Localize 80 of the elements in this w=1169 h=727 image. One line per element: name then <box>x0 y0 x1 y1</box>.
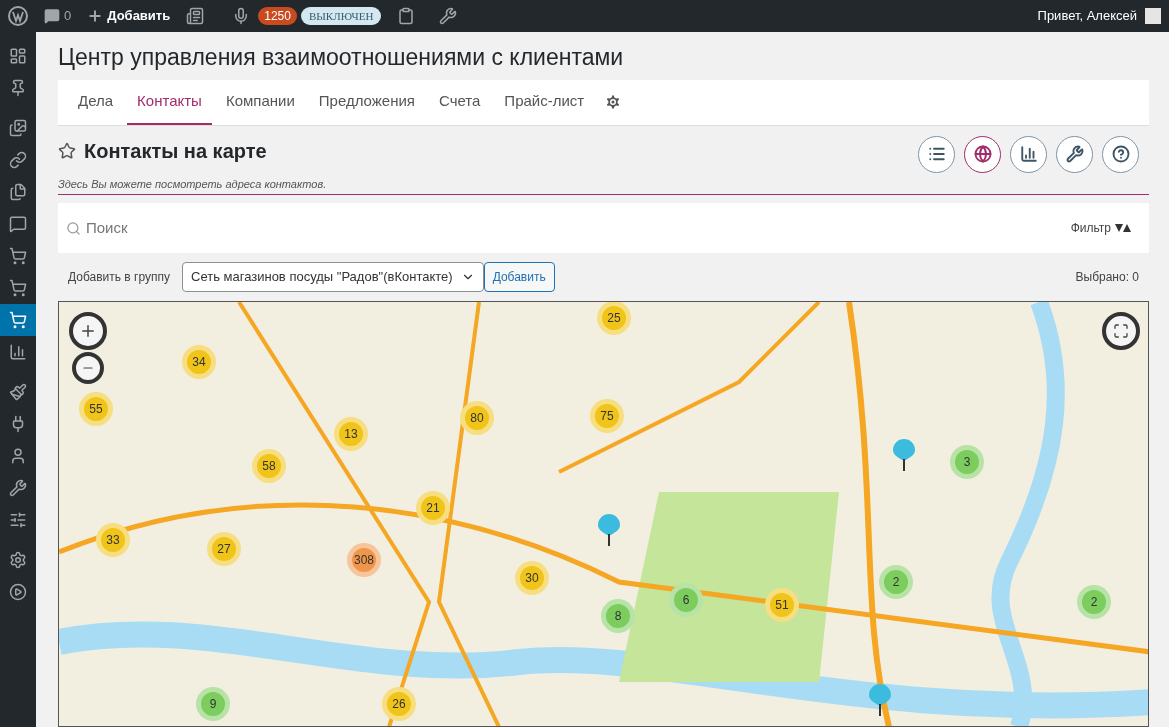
tab[interactable]: Прайс-лист <box>494 79 595 125</box>
cluster-marker[interactable]: 2 <box>879 565 913 599</box>
view-button[interactable] <box>918 135 955 173</box>
cluster-marker[interactable]: 55 <box>79 392 113 426</box>
location-pin-icon[interactable] <box>893 439 915 471</box>
play-icon <box>9 583 27 601</box>
sidebar-item[interactable] <box>0 304 36 336</box>
page-title: Центр управления взаимоотношениями с клиентами <box>58 43 625 72</box>
add-new-button[interactable]: Добавить <box>87 6 171 26</box>
map[interactable]: 34 55 13 80 25 75 58 21 33 27 308 30 8 6 51 2 3 2 9 26 <box>58 301 1149 727</box>
cart-icon <box>9 311 27 329</box>
user-greeting[interactable]: Привет, Алексей <box>1037 6 1137 26</box>
globe-icon <box>973 145 992 163</box>
section-title: Контакты на карте <box>84 138 267 164</box>
filter-button[interactable]: Фильтр <box>1070 203 1149 253</box>
brush-icon <box>9 383 27 401</box>
images-icon <box>9 119 27 137</box>
plus-icon <box>79 322 97 340</box>
tab[interactable]: Предложения <box>308 79 425 125</box>
comments-button[interactable]: 0 <box>44 6 72 26</box>
section-subtitle: Здесь Вы можете посмотреть адреса контактов. <box>58 176 328 192</box>
cluster-marker[interactable]: 8 <box>601 599 635 633</box>
tab[interactable]: Контакты <box>127 79 212 125</box>
tab[interactable]: Счета <box>428 79 491 125</box>
fullscreen-button[interactable] <box>1102 312 1140 350</box>
zoom-out-button[interactable] <box>72 352 104 384</box>
wrench-icon <box>9 479 27 497</box>
cluster-marker[interactable]: 30 <box>515 561 549 595</box>
fullscreen-icon <box>1113 323 1129 339</box>
list-icon <box>927 145 946 163</box>
cluster-marker[interactable]: 2 <box>1077 585 1111 619</box>
cluster-marker[interactable]: 75 <box>590 399 624 433</box>
gear-icon <box>9 551 27 569</box>
cluster-marker[interactable]: 26 <box>382 687 416 721</box>
pin-icon <box>9 79 27 97</box>
dashboard-icon <box>9 47 27 65</box>
clipboard-icon[interactable] <box>397 7 416 25</box>
cluster-marker[interactable]: 33 <box>96 523 130 557</box>
bar-chart-icon <box>1019 145 1038 163</box>
zoom-in-button[interactable] <box>69 312 107 350</box>
count-badge: 1250 <box>258 7 297 25</box>
star-icon[interactable] <box>58 141 76 160</box>
status-pill: ВЫКЛЮЧЕН <box>300 7 382 25</box>
wrench-icon <box>1065 145 1084 163</box>
link-icon <box>9 151 27 169</box>
comment-icon <box>44 8 60 24</box>
view-button[interactable] <box>1010 135 1047 173</box>
location-pin-icon[interactable] <box>869 684 891 716</box>
cart-icon <box>9 247 27 265</box>
search-field[interactable]: Поиск <box>58 203 1071 253</box>
sort-arrows-icon <box>1115 224 1131 232</box>
add-button[interactable]: Добавить <box>483 262 555 292</box>
view-button[interactable] <box>964 135 1001 173</box>
tab[interactable]: Компании <box>215 79 305 125</box>
cluster-marker[interactable]: 25 <box>597 302 631 335</box>
bar-chart-icon <box>9 343 27 361</box>
tab[interactable]: Дела <box>68 79 124 125</box>
pages-icon <box>9 183 27 201</box>
location-pin-icon[interactable] <box>598 514 620 546</box>
cluster-marker[interactable]: 27 <box>207 532 241 566</box>
cluster-marker[interactable]: 58 <box>252 449 286 483</box>
selected-count: Выбрано: 0 <box>1075 269 1139 286</box>
cart-icon <box>9 279 27 297</box>
view-button[interactable] <box>1102 135 1139 173</box>
group-select[interactable]: Сеть магазинов посуды "Радов"(вКонтакте) <box>182 262 484 292</box>
cluster-marker[interactable]: 13 <box>334 417 368 451</box>
cluster-marker[interactable]: 21 <box>416 491 450 525</box>
help-icon <box>1111 145 1130 163</box>
sliders-icon <box>9 511 27 529</box>
cluster-marker[interactable]: 308 <box>347 543 381 577</box>
search-icon <box>66 221 81 236</box>
user-icon <box>9 447 27 465</box>
view-button[interactable] <box>1056 135 1093 173</box>
cluster-marker[interactable]: 9 <box>196 687 230 721</box>
cluster-marker[interactable]: 3 <box>950 445 984 479</box>
comment-icon <box>9 215 27 233</box>
group-label: Добавить в группу <box>68 269 170 286</box>
wrench-icon[interactable] <box>439 7 458 25</box>
cluster-marker[interactable]: 80 <box>460 401 494 435</box>
cluster-marker[interactable]: 34 <box>182 345 216 379</box>
